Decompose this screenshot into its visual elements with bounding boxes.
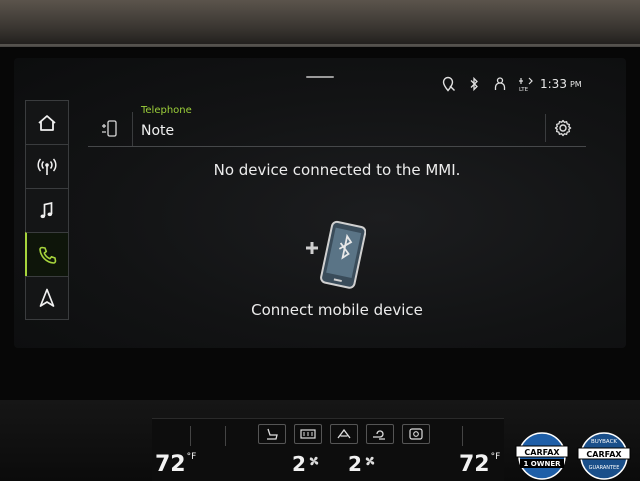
page-title: Note: [141, 123, 175, 139]
svg-text:LTE: LTE: [519, 87, 529, 92]
air-flow-icon: [373, 430, 385, 440]
navigation-icon: [39, 288, 55, 307]
phone-source-button[interactable]: [88, 112, 133, 146]
left-temperature[interactable]: 72°F: [155, 452, 196, 477]
recirculation-icon: [337, 428, 351, 439]
sidebar-item-telephone[interactable]: [25, 232, 69, 276]
carfax-buyback-badge: BUYBACK CARFAX GUARANTEE: [577, 432, 631, 480]
right-fan-value: 2: [348, 452, 362, 476]
gear-icon: [554, 119, 572, 137]
phone-source-icon: [102, 120, 117, 137]
no-device-message: No device connected to the MMI.: [213, 161, 461, 179]
left-fan-speed[interactable]: 2: [292, 452, 320, 476]
sidebar-item-music[interactable]: [25, 188, 69, 232]
clock-ampm: PM: [569, 79, 582, 89]
sidebar-item-navigation[interactable]: [25, 276, 69, 320]
svg-text:CARFAX: CARFAX: [586, 450, 622, 459]
air-flow-button[interactable]: [366, 424, 394, 444]
dashboard-trim: [0, 0, 640, 46]
recirculation-button[interactable]: [330, 424, 358, 444]
seat-heat-button[interactable]: [258, 424, 286, 444]
main-menu-sidebar: [25, 100, 69, 320]
status-icons: LTE: [440, 74, 534, 94]
svg-text:CARFAX: CARFAX: [524, 448, 560, 457]
lte-icon: LTE: [519, 77, 533, 92]
radio-icon: [37, 158, 57, 175]
temp-scale-tick: [190, 426, 191, 446]
left-temperature-unit: °F: [186, 452, 197, 462]
connect-mobile-device-button[interactable]: Connect mobile device: [200, 298, 474, 322]
right-temperature-unit: °F: [490, 452, 501, 462]
user-icon: [494, 77, 506, 90]
sidebar-item-radio[interactable]: [25, 144, 69, 188]
phone-icon: [38, 246, 56, 264]
svg-text:1 OWNER: 1 OWNER: [523, 460, 561, 468]
right-fan-speed[interactable]: 2: [348, 452, 376, 476]
rear-defrost-button[interactable]: [294, 424, 322, 444]
carfax-one-owner-badge: CARFAX 1 OWNER: [515, 432, 569, 480]
settings-button[interactable]: [545, 114, 580, 142]
svg-text:GUARANTEE: GUARANTEE: [589, 465, 620, 471]
bluetooth-phone-graphic: [306, 220, 366, 289]
music-icon: [40, 201, 53, 218]
sidebar-item-home[interactable]: [25, 100, 69, 144]
climate-display-icon: [409, 428, 423, 440]
pull-down-handle[interactable]: [306, 76, 334, 78]
clock-time: 1:33: [540, 77, 567, 91]
left-temperature-value: 72: [155, 452, 186, 477]
left-fan-value: 2: [292, 452, 306, 476]
fan-icon: [365, 456, 375, 466]
home-icon: [38, 114, 56, 131]
right-temperature[interactable]: 72°F: [459, 452, 500, 477]
svg-text:BUYBACK: BUYBACK: [591, 439, 617, 445]
temp-scale-tick: [225, 426, 226, 446]
bluetooth-icon: [470, 76, 478, 92]
rear-defrost-icon: [300, 429, 316, 439]
temp-scale-tick: [462, 426, 463, 446]
header-divider: [88, 146, 586, 147]
right-temperature-value: 72: [459, 452, 490, 477]
climate-display-button[interactable]: [402, 424, 430, 444]
fan-icon: [309, 456, 319, 466]
location-off-icon: [442, 76, 455, 92]
seat-heat-icon: [267, 428, 278, 440]
climate-buttons: [258, 424, 430, 444]
header-category: Telephone: [141, 105, 192, 116]
clock: 1:33 PM: [540, 74, 582, 94]
